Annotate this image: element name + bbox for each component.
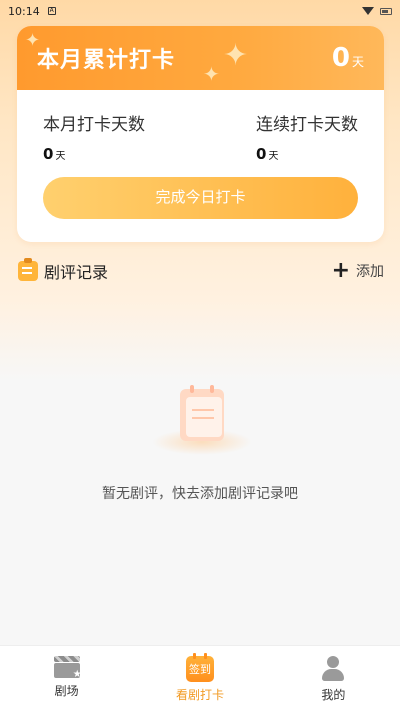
stat-label: 本月打卡天数: [43, 115, 145, 135]
stat-number: 0: [43, 145, 54, 163]
status-bar: 10:14 A: [0, 0, 400, 22]
calendar-line: [192, 417, 214, 419]
status-time: 10:14: [8, 4, 40, 18]
sparkle-icon: ✦: [25, 30, 41, 51]
signin-icon: 签到: [185, 653, 214, 682]
tab-checkin[interactable]: 签到 看剧打卡: [133, 646, 266, 711]
empty-illustration: [152, 385, 252, 455]
card-header: ✦ 本月累计打卡 ✦ ✦ 0 天: [17, 26, 384, 90]
stat-unit: 天: [268, 151, 279, 162]
tab-mine[interactable]: 我的: [267, 646, 400, 711]
tab-label: 剧场: [54, 684, 79, 698]
stats-row: 本月打卡天数 0 天 连续打卡天数 0 天: [17, 90, 384, 163]
stat-number: 0: [256, 145, 267, 163]
checkin-card: ✦ 本月累计打卡 ✦ ✦ 0 天 本月打卡天数 0 天 连续打卡天数 0 天 完…: [17, 26, 384, 242]
notification-icon: A: [47, 7, 56, 15]
calendar-ring: [210, 385, 214, 393]
stat-value: 0 天: [256, 145, 358, 163]
add-review-button[interactable]: + 添加: [332, 260, 384, 282]
section-title: 剧评记录: [44, 263, 109, 282]
checkin-button[interactable]: 完成今日打卡: [43, 177, 358, 219]
plus-icon: +: [331, 258, 350, 283]
notepad-icon: [18, 258, 38, 281]
stat-streak-days: 连续打卡天数 0 天: [256, 110, 358, 163]
calendar-line: [192, 409, 214, 411]
review-section-header: 剧评记录 + 添加: [18, 258, 384, 284]
clapper-icon: ★: [53, 656, 82, 680]
month-total: 0 天: [332, 43, 364, 73]
add-label: 添加: [356, 264, 384, 280]
profile-icon: [321, 656, 345, 682]
empty-state-text: 暂无剧评，快去添加剧评记录吧: [102, 486, 298, 502]
stat-month-days: 本月打卡天数 0 天: [43, 110, 145, 163]
stat-label: 连续打卡天数: [256, 115, 358, 135]
wifi-icon: [362, 7, 374, 15]
tab-label: 我的: [321, 688, 346, 702]
stat-value: 0 天: [43, 145, 145, 163]
month-total-unit: 天: [351, 55, 364, 69]
status-right: [362, 7, 392, 15]
calendar-ring: [190, 385, 194, 393]
sparkle-icon: ✦: [203, 62, 220, 86]
month-total-value: 0: [331, 43, 350, 73]
battery-icon: [380, 7, 392, 15]
sparkle-icon: ✦: [223, 38, 249, 73]
tab-theater[interactable]: ★ 剧场: [0, 646, 133, 711]
stat-unit: 天: [55, 151, 66, 162]
tab-label: 看剧打卡: [175, 688, 224, 702]
bottom-tabbar: ★ 剧场 签到 看剧打卡 我的: [0, 645, 400, 711]
card-title: 本月累计打卡: [37, 48, 176, 73]
